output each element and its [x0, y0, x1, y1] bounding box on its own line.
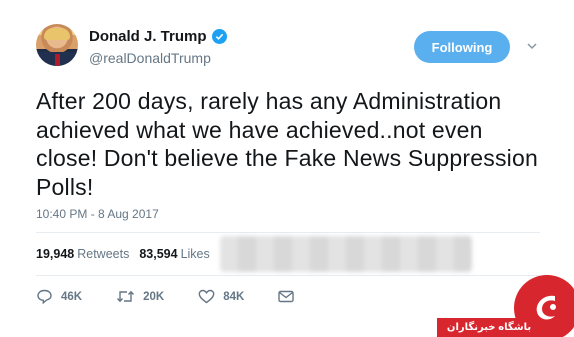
avatar-tie	[55, 54, 60, 66]
likes-stat[interactable]: 83,594 Likes	[139, 247, 209, 261]
following-button[interactable]: Following	[414, 31, 510, 63]
envelope-icon	[278, 290, 295, 303]
liked-by-avatars-blurred	[220, 236, 472, 272]
chevron-down-icon[interactable]	[526, 40, 538, 52]
divider	[36, 275, 540, 276]
verified-badge-icon	[211, 29, 227, 44]
tweet-actions: 46K 20K 84K	[36, 289, 328, 304]
retweet-icon	[117, 290, 135, 303]
reply-icon	[37, 289, 52, 304]
author-handle[interactable]: @realDonaldTrump	[89, 50, 211, 66]
avatar-hair	[44, 28, 70, 40]
direct-message-action[interactable]	[278, 290, 295, 303]
retweets-stat-count: 19,948	[36, 247, 75, 261]
author-name-row: Donald J. Trump	[89, 28, 227, 45]
tweet-stats: 19,948 Retweets 83,594 Likes	[36, 247, 210, 261]
like-count: 84K	[223, 290, 245, 303]
reply-action[interactable]: 46K	[36, 289, 82, 304]
likes-stat-label: Likes	[180, 247, 210, 261]
tweet-timestamp[interactable]: 10:40 PM - 8 Aug 2017	[36, 207, 159, 221]
retweet-count: 20K	[143, 290, 165, 303]
retweets-stat-label: Retweets	[77, 247, 130, 261]
likes-stat-count: 83,594	[139, 247, 178, 261]
tweet-card: Donald J. Trump @realDonaldTrump Followi…	[0, 0, 574, 337]
divider	[36, 232, 540, 233]
reply-count: 46K	[61, 290, 83, 303]
like-action[interactable]: 84K	[198, 289, 244, 304]
watermark-text: باشگاه خبرنگاران	[437, 318, 541, 337]
retweets-stat[interactable]: 19,948 Retweets	[36, 247, 129, 261]
author-display-name[interactable]: Donald J. Trump	[89, 28, 207, 45]
tweet-text: After 200 days, rarely has any Administr…	[36, 88, 538, 200]
heart-icon	[198, 289, 215, 304]
author-avatar[interactable]	[36, 24, 78, 66]
retweet-action[interactable]: 20K	[116, 289, 164, 304]
